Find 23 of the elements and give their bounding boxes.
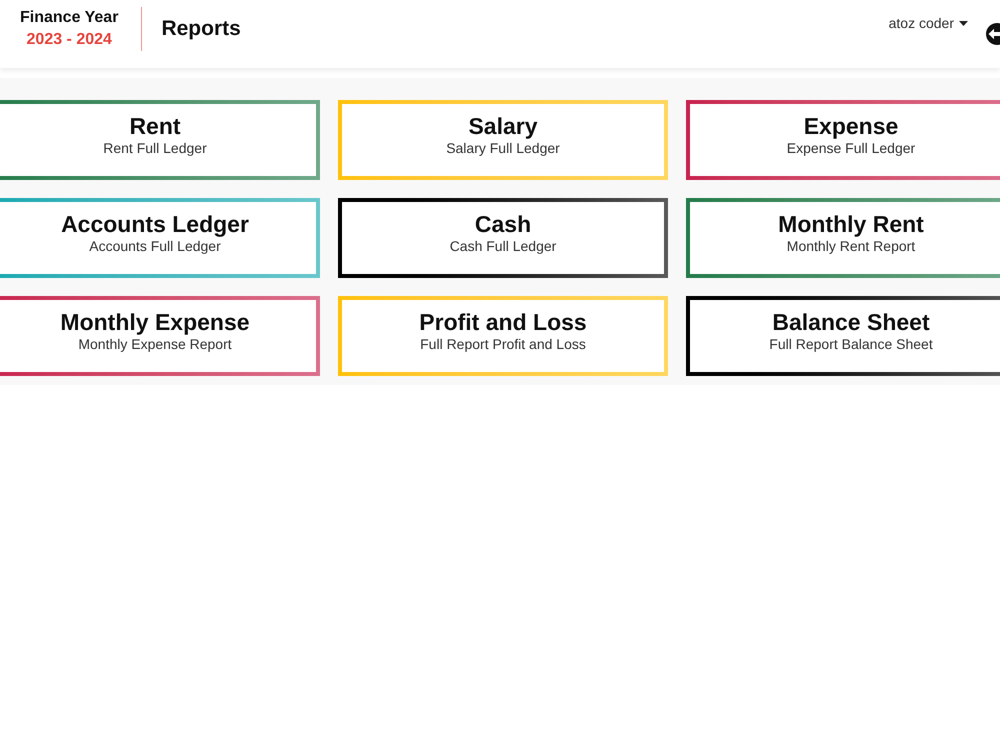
card-title: Salary: [468, 113, 538, 139]
finance-year-range: 2023 - 2024: [26, 30, 112, 50]
card-subtitle: Monthly Expense Report: [78, 335, 232, 353]
card-title: Balance Sheet: [772, 309, 930, 335]
card-subtitle: Rent Full Ledger: [103, 139, 207, 157]
card-subtitle: Cash Full Ledger: [450, 237, 556, 255]
card-title: Monthly Expense: [60, 309, 250, 335]
card-subtitle: Expense Full Ledger: [786, 139, 916, 157]
user-menu-button[interactable]: atoz coder: [888, 15, 968, 31]
finance-year-label: Finance Year: [20, 8, 118, 28]
card-subtitle: Full Report Profit and Loss: [420, 335, 586, 353]
card-title: Accounts Ledger: [61, 211, 249, 237]
card-title: Monthly Rent: [778, 211, 924, 237]
card-title: Expense: [804, 113, 898, 139]
page-title: Reports: [161, 17, 241, 41]
card-title: Profit and Loss: [419, 309, 587, 335]
caret-icon: [959, 20, 968, 26]
card-subtitle: Full Report Balance Sheet: [769, 335, 933, 353]
card-title: Rent: [129, 113, 181, 139]
card-subtitle: Salary Full Ledger: [446, 139, 560, 157]
card-title: Cash: [474, 211, 532, 237]
card-subtitle: Monthly Rent Report: [786, 237, 916, 255]
card-subtitle: Accounts Full Ledger: [89, 237, 221, 255]
